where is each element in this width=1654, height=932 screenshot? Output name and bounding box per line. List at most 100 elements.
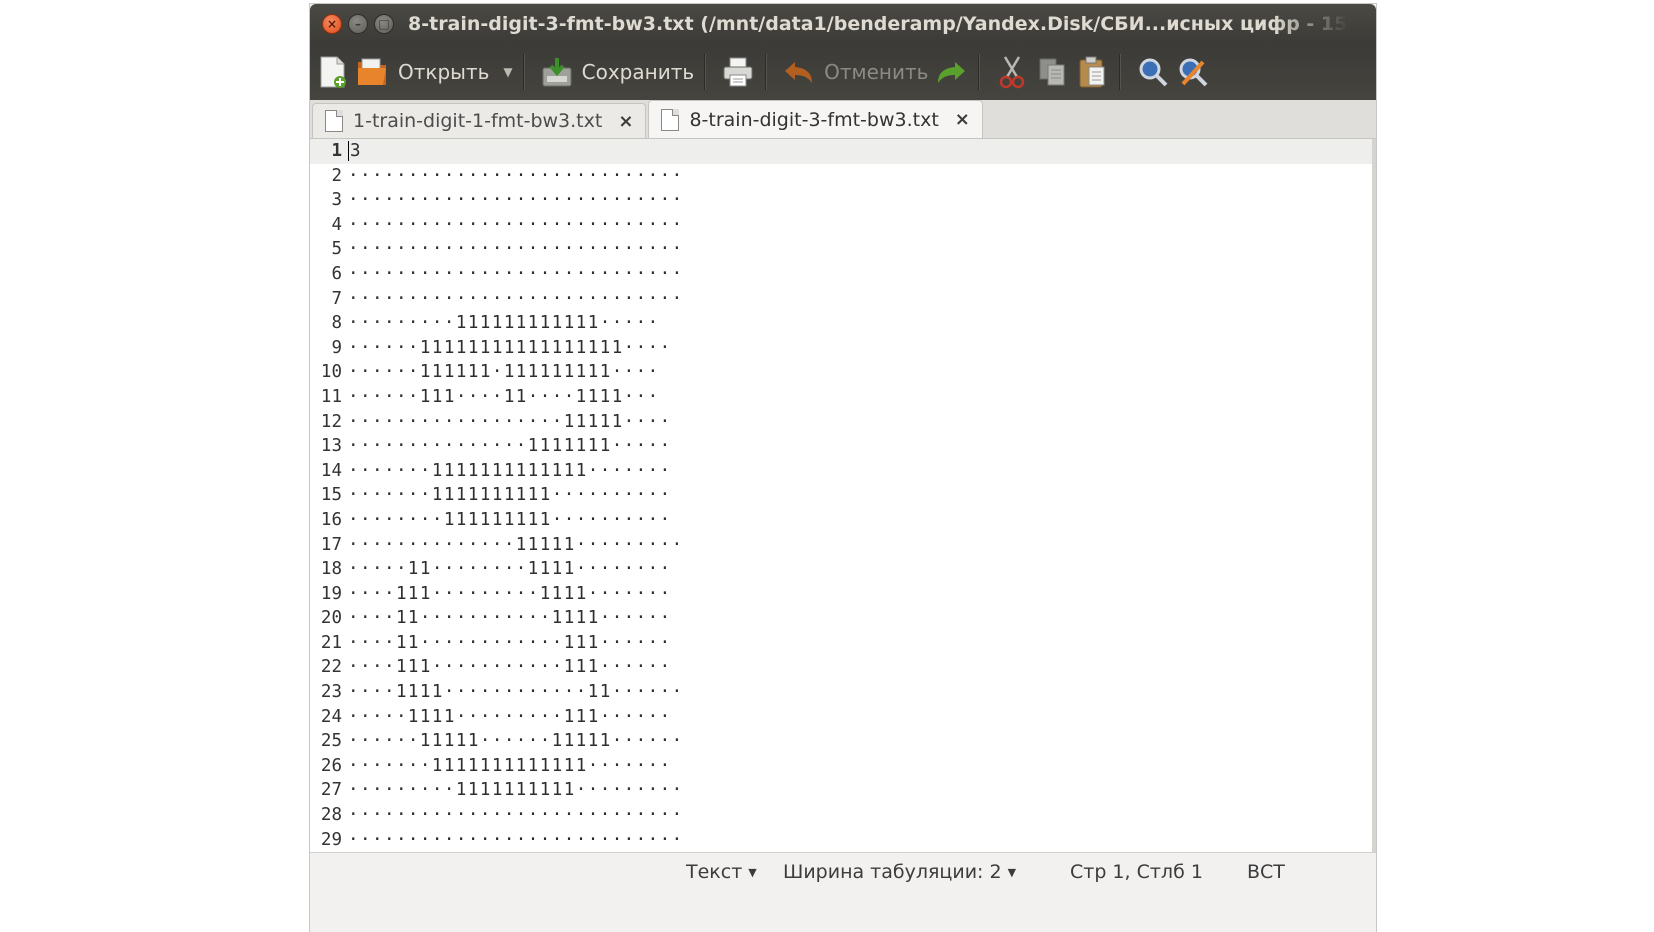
line-text: ···························· [348, 805, 684, 826]
tab-document-8[interactable]: 8-train-digit-3-fmt-bw3.txt × [648, 100, 983, 138]
search-replace-button[interactable] [1176, 50, 1210, 94]
tab-width-label: Ширина табуляции: 2 [783, 861, 1002, 883]
editor-line[interactable]: 11 ······111····11····1111··· [310, 385, 1372, 410]
close-window-button[interactable]: × [322, 14, 342, 34]
editor-line[interactable]: 29 ···························· [310, 828, 1372, 852]
editor-line[interactable]: 20 ····11···········1111······ [310, 606, 1372, 631]
search-button[interactable] [1136, 50, 1170, 94]
line-number: 23 [320, 682, 342, 703]
line-number: 13 [320, 436, 342, 457]
line-text: ···························· [348, 829, 684, 850]
line-number: 3 [331, 190, 342, 211]
title-bar: × – □ 8-train-digit-3-fmt-bw3.txt (/mnt/… [310, 4, 1376, 44]
open-button[interactable]: Открыть [356, 50, 489, 94]
text-cursor [348, 141, 349, 161]
editor-line[interactable]: 16 ········111111111·········· [310, 508, 1372, 533]
editor-line[interactable]: 9 ······11111111111111111···· [310, 336, 1372, 361]
save-label: Сохранить [581, 60, 695, 84]
line-number: 7 [331, 288, 342, 309]
print-button[interactable] [721, 50, 755, 94]
recent-files-dropdown[interactable]: ▼ [503, 65, 512, 79]
editor-line[interactable]: 6 ···························· [310, 262, 1372, 287]
line-text: ····11············111······ [348, 632, 672, 653]
close-tab-icon[interactable]: × [618, 111, 633, 132]
tab-width-selector[interactable]: Ширина табуляции: 2 ▼ [783, 861, 1016, 883]
editor-line[interactable]: 25 ······11111······11111······ [310, 729, 1372, 754]
line-text: ····111·········1111······· [348, 583, 672, 604]
line-text: ···························· [348, 239, 684, 260]
save-button[interactable]: Сохранить [540, 50, 695, 94]
text-editor-area[interactable]: 1 3 2 ···························· 3 ········… [310, 139, 1376, 852]
line-text: ···························· [348, 214, 684, 235]
language-selector[interactable]: Текст ▼ [686, 861, 757, 883]
insert-mode-indicator: ВСТ [1247, 861, 1285, 883]
editor-line[interactable]: 27 ·········1111111111········· [310, 778, 1372, 803]
editor-line[interactable]: 4 ···························· [310, 213, 1372, 238]
new-document-icon [316, 54, 350, 90]
editor-line[interactable]: 21 ····11············111······ [310, 631, 1372, 656]
line-number: 26 [320, 755, 342, 776]
new-document-button[interactable] [316, 50, 350, 94]
line-text: ·······1111111111·········· [348, 485, 672, 506]
editor-line[interactable]: 14 ·······1111111111111······· [310, 459, 1372, 484]
undo-button[interactable]: Отменить [782, 50, 928, 94]
line-text: ·········111111111111····· [348, 313, 660, 334]
maximize-window-button[interactable]: □ [374, 14, 394, 34]
editor-line[interactable]: 13 ···············1111111····· [310, 434, 1372, 459]
editor-line[interactable]: 2 ···························· [310, 164, 1372, 189]
line-number: 12 [320, 411, 342, 432]
editor-line[interactable]: 28 ···························· [310, 803, 1372, 828]
editor-line[interactable]: 3 ···························· [310, 188, 1372, 213]
open-label: Открыть [398, 60, 490, 84]
editor-line[interactable]: 22 ····111···········111······ [310, 655, 1372, 680]
line-text: ·····1111·········111······ [348, 706, 672, 727]
editor-line[interactable]: 19 ····111·········1111······· [310, 582, 1372, 607]
redo-button[interactable] [934, 50, 968, 94]
maximize-icon: □ [378, 17, 390, 31]
line-text: ····1111············11······ [348, 682, 684, 703]
editor-line[interactable]: 7 ···························· [310, 287, 1372, 312]
document-tabs: 1-train-digit-1-fmt-bw3.txt × 8-train-di… [310, 100, 1376, 139]
editor-line[interactable]: 5 ···························· [310, 237, 1372, 262]
line-number: 6 [331, 263, 342, 284]
line-number: 22 [320, 657, 342, 678]
paste-clipboard-icon [1075, 54, 1109, 90]
minimize-window-button[interactable]: – [348, 14, 368, 34]
line-text: ······11111111111111111···· [348, 337, 672, 358]
editor-line[interactable]: 18 ·····11········1111········ [310, 557, 1372, 582]
copy-button[interactable] [1035, 50, 1069, 94]
line-number: 5 [331, 239, 342, 260]
editor-line[interactable]: 17 ··············11111········· [310, 533, 1372, 558]
line-number: 4 [331, 214, 342, 235]
line-text: ······111111·111111111···· [348, 362, 660, 383]
editor-line[interactable]: 23 ····1111············11······ [310, 680, 1372, 705]
editor-line[interactable]: 8 ·········111111111111····· [310, 311, 1372, 336]
toolbar: Открыть ▼ Сохранить Отменить [310, 44, 1376, 100]
editor-line[interactable]: 13 [310, 139, 1372, 164]
close-tab-icon[interactable]: × [955, 109, 970, 130]
undo-arrow-icon [782, 54, 816, 90]
tab-document-1[interactable]: 1-train-digit-1-fmt-bw3.txt × [312, 103, 647, 138]
chevron-down-icon: ▼ [1007, 866, 1017, 879]
copy-icon [1035, 54, 1069, 90]
editor-line[interactable]: 24 ·····1111·········111······ [310, 705, 1372, 730]
editor-line[interactable]: 26 ·······1111111111111······· [310, 754, 1372, 779]
line-text: ···························· [348, 190, 684, 211]
cut-button[interactable] [995, 50, 1029, 94]
line-text: ··············11111········· [348, 534, 684, 555]
line-text: ·····11········1111········ [348, 559, 672, 580]
editor-line[interactable]: 10 ······111111·111111111···· [310, 360, 1372, 385]
redo-arrow-icon [934, 54, 968, 90]
line-text: ···························· [348, 263, 684, 284]
line-number: 16 [320, 509, 342, 530]
line-number: 17 [320, 534, 342, 555]
line-text: ··················11111···· [348, 411, 672, 432]
line-number: 28 [320, 805, 342, 826]
editor-line[interactable]: 15 ·······1111111111·········· [310, 483, 1372, 508]
printer-icon [721, 54, 755, 90]
cursor-position: Стр 1, Стлб 1 [1070, 861, 1203, 883]
editor-line[interactable]: 12 ··················11111···· [310, 410, 1372, 435]
line-text: ······111····11····1111··· [348, 386, 660, 407]
open-folder-icon [356, 54, 390, 90]
paste-button[interactable] [1075, 50, 1109, 94]
